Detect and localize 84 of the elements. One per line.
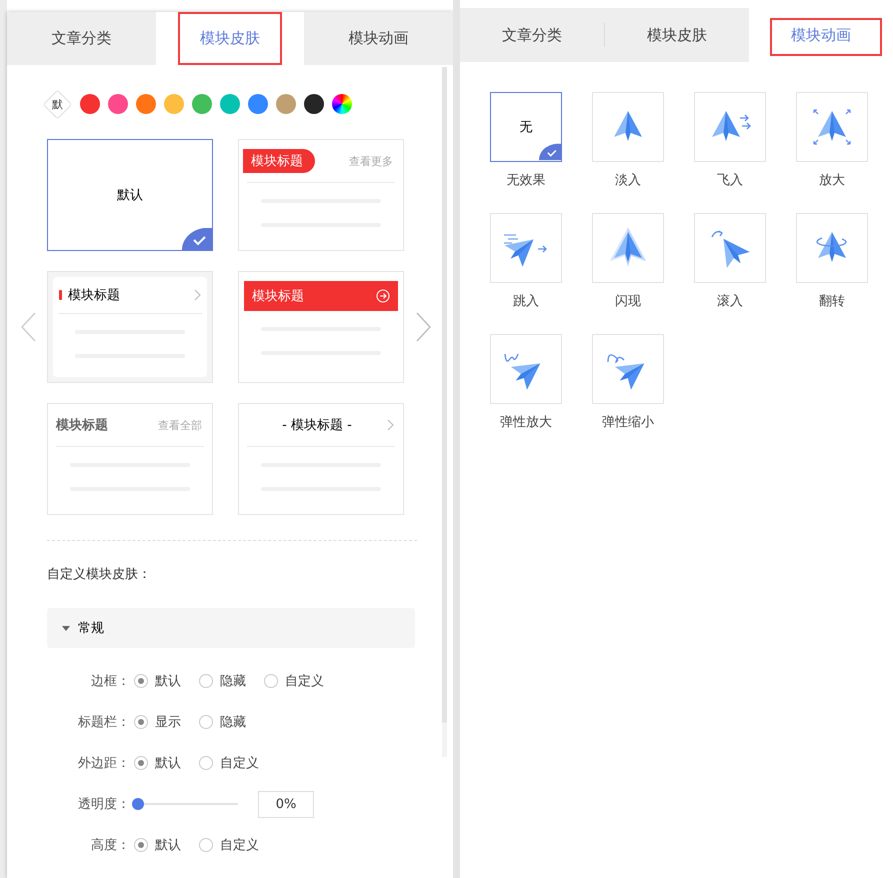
check-badge-icon (539, 143, 561, 161)
setting-label: 外边距： (77, 755, 131, 772)
radio-button[interactable] (264, 674, 278, 688)
setting-label: 透明度： (77, 796, 131, 813)
skin-card[interactable]: - 模块标题 - (238, 403, 404, 515)
animation-label: 弹性放大 (500, 414, 552, 431)
animation-option[interactable] (490, 334, 562, 404)
radio-button[interactable] (199, 715, 213, 729)
skin-card[interactable]: 模块标题 (238, 271, 404, 383)
radio-option[interactable]: 隐藏 (199, 672, 246, 690)
default-swatch[interactable]: 默 (42, 89, 72, 119)
check-badge-icon (182, 228, 212, 250)
more-link: 查看全部 (158, 418, 202, 432)
radio-option[interactable]: 自定义 (199, 754, 259, 772)
more-link: 查看更多 (349, 154, 393, 168)
animation-label: 弹性缩小 (602, 414, 654, 431)
animation-option[interactable] (694, 92, 766, 162)
collapsible-header[interactable]: 常规 (47, 608, 415, 648)
radio-button[interactable] (134, 756, 148, 770)
color-swatch[interactable] (80, 94, 100, 114)
slider-thumb[interactable] (132, 798, 144, 810)
animation-label: 放大 (819, 172, 845, 189)
color-swatch[interactable] (108, 94, 128, 114)
caret-icon (62, 626, 70, 630)
animation-label: 滚入 (717, 293, 743, 310)
radio-button[interactable] (134, 838, 148, 852)
module-title: 模块标题 (243, 149, 315, 173)
radio-button[interactable] (134, 674, 148, 688)
color-swatch[interactable] (304, 94, 324, 114)
scrollbar[interactable] (442, 67, 447, 757)
radio-button[interactable] (134, 715, 148, 729)
animation-option[interactable]: 无 (490, 92, 562, 162)
skin-card[interactable]: 模块标题 (47, 271, 213, 383)
chevron-right-icon (387, 419, 395, 431)
radio-button[interactable] (199, 756, 213, 770)
animation-option[interactable] (592, 334, 664, 404)
radio-button[interactable] (199, 838, 213, 852)
animation-label: 跳入 (513, 293, 539, 310)
module-title: 模块标题 (68, 287, 120, 304)
setting-label: 标题栏： (77, 714, 131, 731)
animation-option[interactable] (796, 213, 868, 283)
title-marker (59, 290, 62, 300)
color-swatch[interactable] (136, 94, 156, 114)
color-swatch[interactable] (164, 94, 184, 114)
module-title: 模块标题 (252, 288, 304, 305)
chevron-right-icon[interactable] (416, 312, 432, 342)
tab[interactable]: 模块皮肤 (156, 12, 304, 65)
radio-option[interactable]: 自定义 (199, 836, 259, 854)
radio-option[interactable]: 默认 (134, 672, 181, 690)
chevron-right-icon (194, 289, 202, 301)
setting-label: 高度： (90, 837, 131, 854)
color-swatch[interactable] (192, 94, 212, 114)
module-title: - 模块标题 - (281, 417, 353, 434)
animation-label: 闪现 (615, 293, 641, 310)
chevron-left-icon[interactable] (20, 312, 36, 342)
tab[interactable]: 模块动画 (749, 8, 893, 62)
radio-option[interactable]: 自定义 (264, 672, 324, 690)
section-heading: 自定义模块皮肤： (47, 566, 152, 583)
animation-label: 飞入 (717, 172, 743, 189)
color-swatch[interactable] (276, 94, 296, 114)
animation-option[interactable] (490, 213, 562, 283)
animation-option[interactable] (796, 92, 868, 162)
value-field[interactable]: 0% (258, 790, 314, 818)
arrow-circle-icon (376, 289, 390, 303)
animation-option[interactable] (592, 213, 664, 283)
animation-label: 淡入 (615, 172, 641, 189)
animation-option[interactable] (592, 92, 664, 162)
setting-label: 边框： (90, 673, 131, 690)
color-wheel-swatch[interactable] (332, 94, 352, 114)
radio-option[interactable]: 隐藏 (199, 713, 246, 731)
radio-option[interactable]: 默认 (134, 836, 181, 854)
skin-card[interactable]: 模块标题 查看更多 (238, 139, 404, 251)
module-title: 模块标题 (56, 417, 108, 434)
skin-label: 默认 (117, 187, 143, 204)
radio-option[interactable]: 默认 (134, 754, 181, 772)
skin-card[interactable]: 默认 (47, 139, 213, 251)
animation-option[interactable] (694, 213, 766, 283)
radio-option[interactable]: 显示 (134, 713, 181, 731)
animation-label: 无效果 (506, 172, 546, 189)
color-swatch[interactable] (248, 94, 268, 114)
radio-button[interactable] (199, 674, 213, 688)
animation-label: 翻转 (819, 293, 845, 310)
color-swatch[interactable] (220, 94, 240, 114)
skin-card[interactable]: 模块标题 查看全部 (47, 403, 213, 515)
